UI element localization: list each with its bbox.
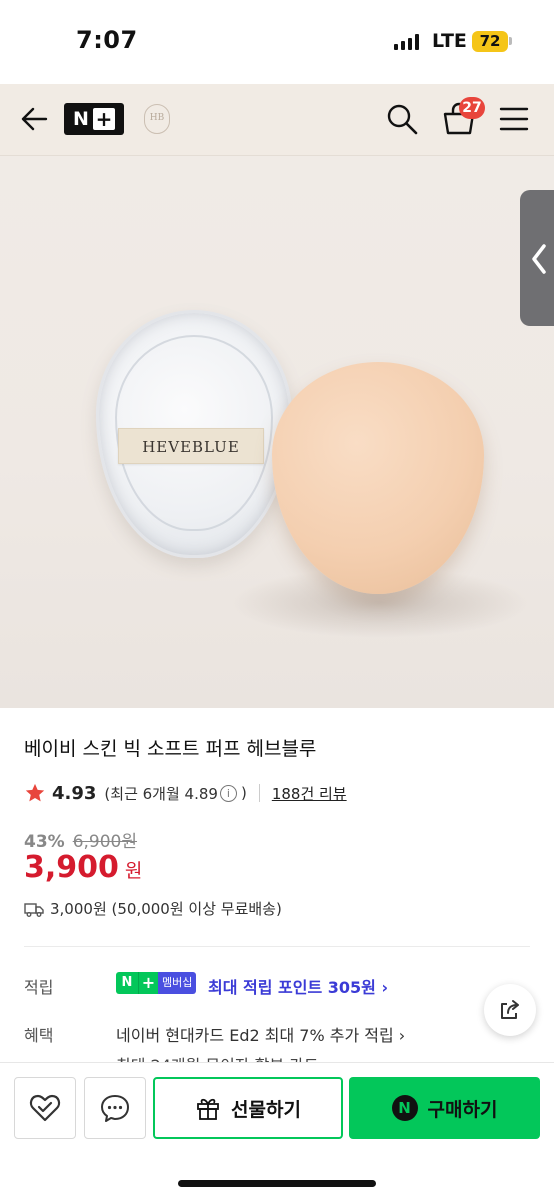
badge-membership: 멤버십 [158,972,197,994]
rating-score: 4.93 [52,782,97,804]
status-time: 7:07 [76,26,138,54]
shipping-text: 3,000원 (50,000원 이상 무료배송) [50,900,282,918]
points-value[interactable]: 최대 적립 포인트 305원 › [208,974,388,998]
original-price: 6,900원 [72,832,138,852]
price-amount: 3,900 [24,850,119,885]
puff-sponge [272,362,484,594]
battery-tip [509,37,512,45]
logo-n: N [73,108,89,130]
home-indicator [178,1180,376,1187]
reviews-link[interactable]: 188건 리뷰 [272,783,347,804]
discount-row: 43% 6,900원 [24,827,137,852]
chevron-left-icon [532,244,546,274]
badge-plus: + [138,972,158,994]
share-icon [501,1000,519,1019]
back-arrow-icon[interactable] [18,102,52,136]
talk-button[interactable] [84,1077,146,1139]
discount-rate: 43% [24,832,65,852]
benefit-label: 혜택 [24,1026,54,1045]
brand-logo[interactable]: HB [144,104,170,134]
app-header: N + HB 27 [0,84,554,156]
chat-icon [101,1095,129,1122]
truck-icon [24,902,44,917]
shipping-info: 3,000원 (50,000원 이상 무료배송) [24,898,282,919]
recent-rating: (최근 6개월 4.89 [104,784,218,803]
wishlist-button[interactable] [14,1077,76,1139]
membership-badge: N + 멤버십 [116,972,200,994]
product-image[interactable]: HEVEBLUE [0,156,554,708]
badge-n: N [116,972,138,994]
rating-divider [258,784,260,802]
info-icon[interactable]: i [219,784,237,802]
points-label: 적립 [24,978,54,997]
product-title: 베이비 스킨 빅 소프트 퍼프 헤브블루 [24,738,317,760]
status-bar: 7:07 LTE 72 [0,0,554,84]
buy-button[interactable]: N 구매하기 [349,1077,540,1139]
share-button[interactable] [484,984,536,1036]
heart-icon [29,1094,61,1122]
sale-price: 3,900 원 [24,850,142,885]
gift-icon [197,1098,219,1120]
price-unit: 원 [124,860,143,882]
buy-label: 구매하기 [427,1098,498,1121]
star-icon [25,783,45,802]
logo-plus: + [92,108,115,130]
search-icon[interactable] [384,101,420,137]
menu-icon[interactable] [498,104,530,134]
recent-rating-close: ) [240,784,247,802]
network-label: LTE [432,30,467,52]
naver-pay-icon: N [391,1095,418,1121]
gift-button[interactable]: 선물하기 [153,1077,343,1139]
cart-count-badge: 27 [459,97,485,119]
section-divider [24,946,530,947]
signal-icon [394,34,419,50]
naver-plus-logo[interactable]: N + [64,103,124,135]
product-label: HEVEBLUE [118,428,264,464]
battery-icon: 72 [472,31,508,52]
rating-row: 4.93 (최근 6개월 4.89 i ) 188건 리뷰 [24,782,347,804]
side-panel-tab[interactable] [520,190,554,326]
benefit-value[interactable]: 네이버 현대카드 Ed2 최대 7% 추가 적립 › [116,1022,405,1046]
gift-label: 선물하기 [231,1098,301,1121]
